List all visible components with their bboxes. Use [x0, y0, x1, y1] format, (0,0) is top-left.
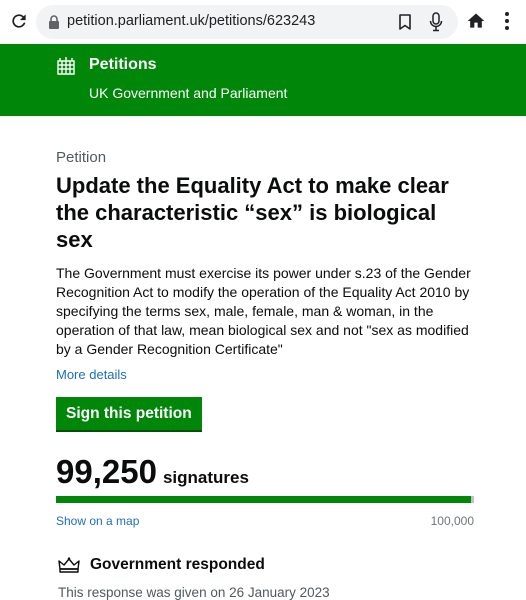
government-responded-heading: Government responded [90, 556, 265, 573]
sign-petition-button[interactable]: Sign this petition [56, 397, 202, 430]
home-icon[interactable] [466, 11, 486, 31]
site-subtitle: UK Government and Parliament [89, 85, 288, 101]
portcullis-icon[interactable] [56, 56, 76, 76]
url-text[interactable]: petition.parliament.uk/petitions/623243 [67, 13, 315, 29]
petition-title: Update the Equality Act to make clear th… [56, 173, 449, 252]
signature-count-number: 99,250 [56, 453, 157, 490]
address-bar[interactable]: petition.parliament.uk/petitions/623243 [36, 5, 458, 39]
signature-target: 100,000 [430, 514, 474, 528]
overflow-menu-icon[interactable] [504, 11, 510, 31]
petition-eyebrow: Petition [56, 149, 107, 166]
more-details-link[interactable]: More details [56, 367, 127, 382]
site-header: Petitions UK Government and Parliament [0, 44, 526, 116]
signature-count-label: signatures [162, 468, 249, 487]
browser-toolbar: petition.parliament.uk/petitions/623243 [0, 0, 526, 44]
reload-icon[interactable] [9, 11, 29, 31]
bookmark-icon[interactable] [398, 14, 412, 30]
site-title[interactable]: Petitions [89, 56, 157, 74]
signature-count: 99,250 signatures [56, 453, 249, 491]
signature-progress-bar [56, 496, 474, 503]
response-date-text: This response was given on 26 January 20… [58, 585, 330, 600]
microphone-icon[interactable] [429, 12, 443, 32]
crown-icon [58, 557, 80, 573]
show-on-map-link[interactable]: Show on a map [56, 514, 139, 528]
lock-icon [49, 15, 59, 29]
petition-description: The Government must exercise its power u… [56, 265, 471, 357]
signature-progress-fill [56, 496, 471, 503]
